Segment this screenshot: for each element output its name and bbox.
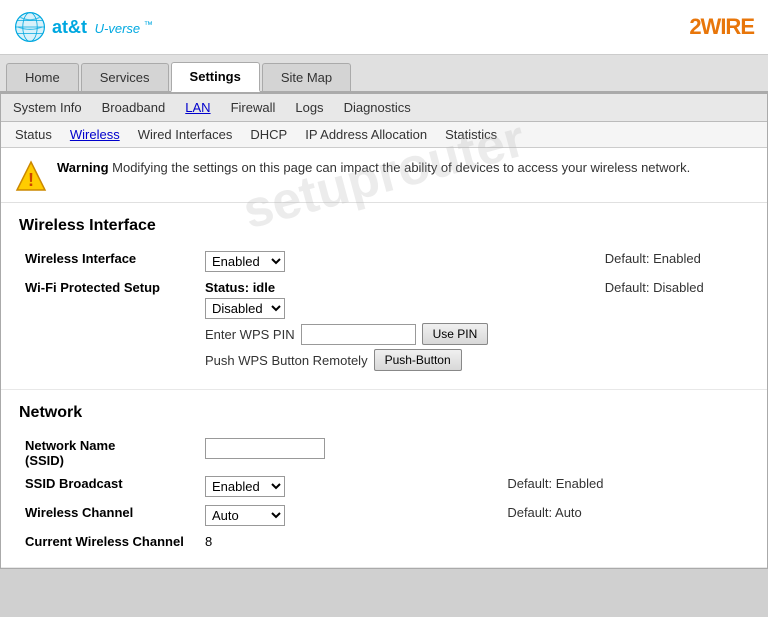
ssid-broadcast-control: Enabled Disabled <box>199 472 501 501</box>
table-row: Wireless Interface Enabled Disabled Defa… <box>19 247 749 276</box>
network-name-control <box>199 434 501 472</box>
push-button-label: Push WPS Button Remotely <box>205 353 368 368</box>
table-row: Wi-Fi Protected Setup Status: idle Disab… <box>19 276 749 375</box>
wireless-interface-section: Wireless Interface Wireless Interface En… <box>1 203 767 390</box>
ssid-broadcast-default: Default: Enabled <box>501 472 749 501</box>
warning-box: ! Warning Modifying the settings on this… <box>1 148 767 203</box>
att-brand: at&t U-verse ™ <box>52 17 153 38</box>
ter-nav-wireless[interactable]: Wireless <box>70 127 120 142</box>
uverse-text: U-verse <box>95 21 141 36</box>
table-row: Current Wireless Channel 8 <box>19 530 749 553</box>
current-channel-number: 8 <box>205 534 212 549</box>
network-name-default <box>501 434 749 472</box>
warning-title: Warning <box>57 160 109 175</box>
ter-nav-wired[interactable]: Wired Interfaces <box>138 127 233 142</box>
wps-pin-row: Enter WPS PIN Use PIN <box>205 323 593 345</box>
wireless-channel-label: Wireless Channel <box>19 501 199 530</box>
wps-default: Default: Disabled <box>599 276 749 375</box>
att-globe-icon <box>14 11 46 43</box>
att-logo: at&t U-verse ™ <box>14 11 153 43</box>
main-nav: Home Services Settings Site Map <box>0 55 768 93</box>
wireless-interface-table: Wireless Interface Enabled Disabled Defa… <box>19 247 749 375</box>
main-nav-home[interactable]: Home <box>6 63 79 91</box>
ter-nav-statistics[interactable]: Statistics <box>445 127 497 142</box>
tertiary-nav: Status Wireless Wired Interfaces DHCP IP… <box>1 122 767 148</box>
wireless-channel-default: Default: Auto <box>501 501 749 530</box>
sec-nav-firewall[interactable]: Firewall <box>231 100 276 115</box>
current-channel-default <box>501 530 749 553</box>
wps-status: Status: idle <box>205 280 593 295</box>
table-row: Network Name(SSID) <box>19 434 749 472</box>
main-nav-sitemap[interactable]: Site Map <box>262 63 351 91</box>
table-row: SSID Broadcast Enabled Disabled Default:… <box>19 472 749 501</box>
wireless-interface-default: Default: Enabled <box>599 247 749 276</box>
wireless-interface-label: Wireless Interface <box>19 247 199 276</box>
sec-nav-broadband[interactable]: Broadband <box>102 100 166 115</box>
ter-nav-dhcp[interactable]: DHCP <box>250 127 287 142</box>
sec-nav-logs[interactable]: Logs <box>295 100 323 115</box>
wifi-protected-label: Wi-Fi Protected Setup <box>19 276 199 375</box>
wireless-channel-control: Auto 123 456 789 1011 <box>199 501 501 530</box>
wps-select[interactable]: Disabled Enabled <box>205 298 285 319</box>
current-channel-value: 8 <box>199 530 501 553</box>
ssid-broadcast-select[interactable]: Enabled Disabled <box>205 476 285 497</box>
use-pin-button[interactable]: Use PIN <box>422 323 489 345</box>
sec-nav-diagnostics[interactable]: Diagnostics <box>344 100 411 115</box>
wireless-interface-control: Enabled Disabled <box>199 247 599 276</box>
table-row: Wireless Channel Auto 123 456 789 1011 D… <box>19 501 749 530</box>
content-area: System Info Broadband LAN Firewall Logs … <box>0 93 768 569</box>
ssid-input[interactable] <box>205 438 325 459</box>
main-nav-settings[interactable]: Settings <box>171 62 260 92</box>
wireless-interface-select[interactable]: Enabled Disabled <box>205 251 285 272</box>
current-channel-label: Current Wireless Channel <box>19 530 199 553</box>
wifi-protected-control: Status: idle Disabled Enabled Enter WPS … <box>199 276 599 375</box>
warning-text: Warning Modifying the settings on this p… <box>57 158 690 178</box>
ter-nav-status[interactable]: Status <box>15 127 52 142</box>
ssid-broadcast-label: SSID Broadcast <box>19 472 199 501</box>
network-section: Network Network Name(SSID) SSID Broadcas… <box>1 390 767 568</box>
wps-pin-label: Enter WPS PIN <box>205 327 295 342</box>
push-button-row: Push WPS Button Remotely Push-Button <box>205 349 593 371</box>
sec-nav-lan[interactable]: LAN <box>185 100 210 115</box>
ter-nav-ipalloc[interactable]: IP Address Allocation <box>305 127 427 142</box>
warning-body: Modifying the settings on this page can … <box>112 160 690 175</box>
svg-text:!: ! <box>28 170 34 190</box>
network-name-label: Network Name(SSID) <box>19 434 199 472</box>
twowire-logo: 2WIRE <box>689 14 754 40</box>
push-button[interactable]: Push-Button <box>374 349 462 371</box>
wireless-channel-select[interactable]: Auto 123 456 789 1011 <box>205 505 285 526</box>
wireless-interface-title: Wireless Interface <box>19 217 749 235</box>
warning-icon: ! <box>15 160 47 192</box>
att-text: at&t <box>52 17 87 37</box>
main-nav-services[interactable]: Services <box>81 63 169 91</box>
wps-pin-input[interactable] <box>301 324 416 345</box>
secondary-nav: System Info Broadband LAN Firewall Logs … <box>1 94 767 122</box>
network-title: Network <box>19 404 749 422</box>
network-table: Network Name(SSID) SSID Broadcast Enable… <box>19 434 749 553</box>
header: at&t U-verse ™ 2WIRE <box>0 0 768 55</box>
sec-nav-systeminfo[interactable]: System Info <box>13 100 82 115</box>
